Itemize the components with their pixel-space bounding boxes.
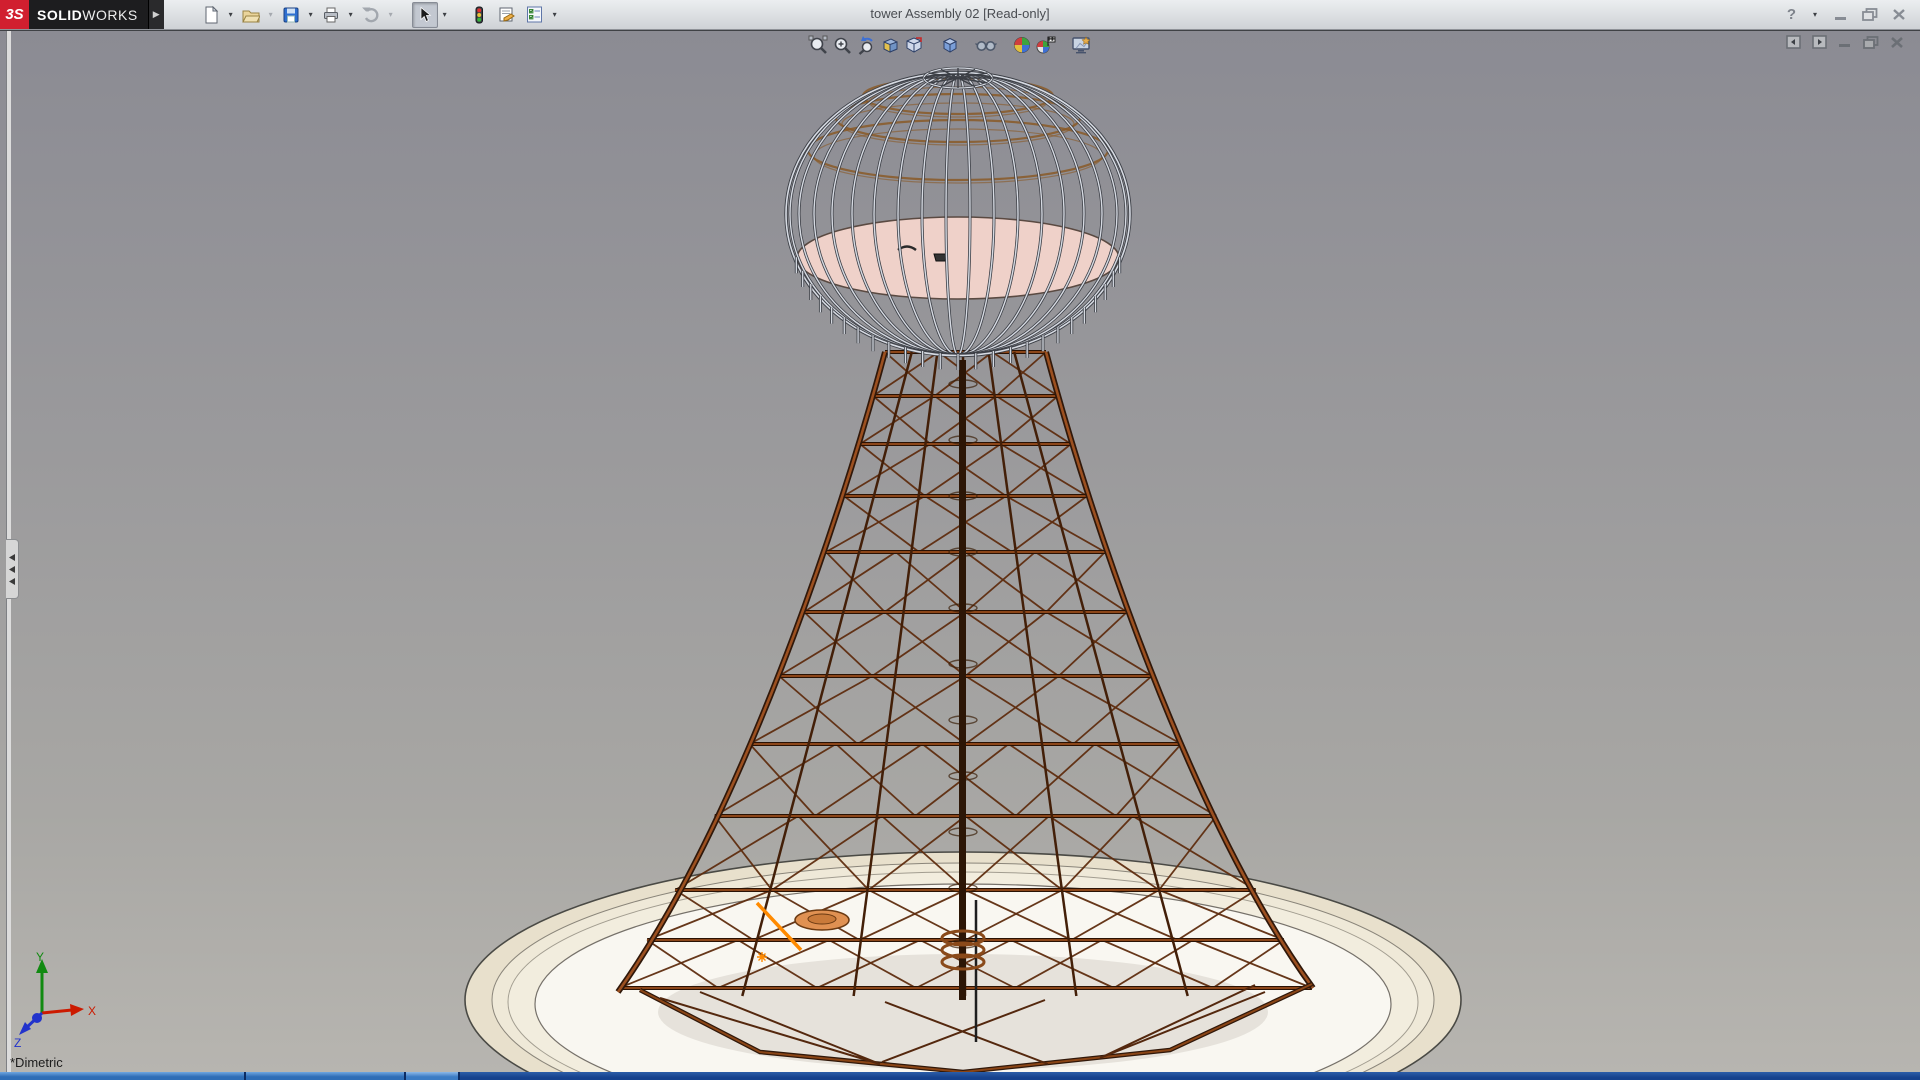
minimize-icon[interactable] [1838, 36, 1852, 48]
file-properties-button[interactable] [494, 2, 520, 28]
file-properties-icon [497, 5, 516, 24]
select-button[interactable] [412, 2, 438, 28]
dassault-logo-icon: 3S [0, 0, 29, 29]
section-view-icon [880, 35, 900, 55]
collapse-right-pane-icon[interactable] [1812, 35, 1827, 49]
brand-text: SOLIDWORKS [37, 7, 138, 23]
edit-appearance-icon [1012, 35, 1032, 55]
apply-scene-icon [1035, 35, 1057, 55]
help-dropdown[interactable]: ▾ [1810, 10, 1820, 19]
select-dropdown[interactable]: ▾ [440, 10, 450, 19]
document-window-controls [1786, 35, 1904, 49]
collapse-arrow-icon [9, 566, 15, 573]
new-document-icon [202, 6, 220, 24]
hide-show-items-icon [975, 35, 997, 55]
new-document-button[interactable] [198, 2, 224, 28]
section-view-button[interactable] [878, 34, 902, 56]
solidworks-logo: 3S SOLIDWORKS [0, 0, 148, 29]
select-icon [416, 6, 434, 24]
undo-dropdown[interactable]: ▾ [386, 10, 396, 19]
feature-tree-collapse-tab[interactable] [6, 539, 19, 599]
edit-appearance-button[interactable] [1010, 34, 1034, 56]
graphics-area[interactable]: Y X Z *Dimetric [0, 31, 1920, 1072]
triad-y-label: Y [36, 951, 44, 964]
restore-icon[interactable] [1863, 36, 1879, 49]
triad-x-label: X [88, 1004, 96, 1018]
taskbar-button[interactable] [246, 1072, 406, 1080]
previous-view-button[interactable] [854, 34, 878, 56]
taskbar-button[interactable] [0, 1072, 246, 1080]
save-icon [282, 6, 300, 24]
collapse-arrow-icon [9, 578, 15, 585]
collapse-arrow-icon [9, 554, 15, 561]
open-dropdown[interactable]: ▾ [266, 10, 276, 19]
os-taskbar[interactable] [0, 1072, 1920, 1080]
options-dropdown[interactable]: ▾ [550, 10, 560, 19]
open-icon [242, 6, 260, 24]
taskbar-button[interactable] [406, 1072, 460, 1080]
triad-z-label: Z [14, 1036, 21, 1050]
taskbar-area[interactable] [460, 1072, 1920, 1080]
undo-button[interactable] [358, 2, 384, 28]
print-dropdown[interactable]: ▾ [346, 10, 356, 19]
save-dropdown[interactable]: ▾ [306, 10, 316, 19]
display-style-button[interactable] [938, 34, 962, 56]
view-orientation-label: *Dimetric [10, 1055, 63, 1070]
save-button[interactable] [278, 2, 304, 28]
headsup-view-toolbar [806, 34, 1094, 56]
options-icon [525, 5, 544, 24]
print-icon [322, 6, 340, 24]
hide-show-items-button[interactable] [974, 34, 998, 56]
dome-platform-disc[interactable] [797, 217, 1119, 299]
zoom-to-area-icon [832, 35, 852, 55]
apply-scene-button[interactable] [1034, 34, 1058, 56]
zoom-to-fit-icon [808, 35, 828, 55]
title-controls: ? ▾ [1787, 6, 1920, 23]
display-style-icon [940, 35, 960, 55]
collapse-left-pane-icon[interactable] [1786, 35, 1801, 49]
new-dropdown[interactable]: ▾ [226, 10, 236, 19]
open-button[interactable] [238, 2, 264, 28]
standard-toolbar: ▾ ▾ ▾ ▾ ▾ [198, 2, 560, 28]
view-orientation-button[interactable] [902, 34, 926, 56]
close-icon[interactable] [1890, 36, 1904, 49]
options-button[interactable] [522, 2, 548, 28]
view-settings-icon [1071, 35, 1093, 55]
central-shaft [959, 360, 966, 1000]
rebuild-button[interactable] [466, 2, 492, 28]
model-scene[interactable] [0, 31, 1920, 1072]
restore-icon[interactable] [1862, 8, 1878, 21]
solidworks-window: 3S SOLIDWORKS ▶ ▾ ▾ ▾ [0, 0, 1920, 1080]
minimize-icon[interactable] [1834, 9, 1848, 21]
print-button[interactable] [318, 2, 344, 28]
undo-icon [362, 6, 380, 24]
view-orientation-icon [904, 35, 924, 55]
view-settings-button[interactable] [1070, 34, 1094, 56]
zoom-to-fit-button[interactable] [806, 34, 830, 56]
reference-triad: Y X Z [6, 951, 106, 1055]
zoom-to-area-button[interactable] [830, 34, 854, 56]
previous-view-icon [856, 35, 876, 55]
menu-flyout-button[interactable]: ▶ [148, 0, 164, 29]
close-icon[interactable] [1892, 8, 1906, 21]
title-bar: 3S SOLIDWORKS ▶ ▾ ▾ ▾ [0, 0, 1920, 30]
help-icon[interactable]: ? [1787, 6, 1796, 23]
rebuild-icon [470, 6, 488, 24]
